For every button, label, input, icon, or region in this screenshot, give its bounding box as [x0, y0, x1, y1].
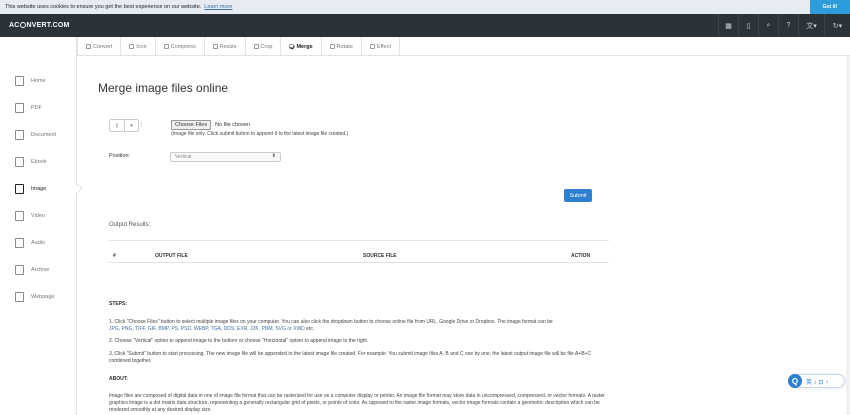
sidebar-item-label: Document — [31, 132, 57, 138]
about-heading: ABOUT: — [109, 376, 128, 382]
table-header-index: # — [113, 253, 116, 259]
checkbox-icon — [86, 44, 91, 49]
webpage-icon — [15, 292, 24, 302]
archive-icon — [15, 265, 24, 275]
about-text: Image files are composed of digital data… — [109, 393, 605, 413]
tab-label: Icon — [136, 43, 147, 50]
top-navbar: AC NVERT.COM ▦ ▯ ⌕? 文▾ ↻▾ — [0, 14, 850, 37]
sidebar-item-webpage[interactable]: Webpage — [0, 287, 77, 307]
sidebar-item-document[interactable]: Document — [0, 125, 77, 145]
checkbox-icon — [163, 44, 169, 49]
sidebar-item-label: Video — [31, 213, 45, 219]
table-divider — [109, 262, 609, 263]
position-label: Position: — [109, 153, 131, 159]
pdf-icon — [15, 103, 24, 113]
select-arrows-icon: ⬍ — [271, 153, 276, 159]
sidebar-item-label: Home — [31, 78, 46, 84]
language-icon[interactable]: 文▾ — [798, 14, 824, 37]
table-header-output-file: OUTPUT FILE — [155, 253, 188, 259]
tab-crop[interactable]: Crop — [246, 37, 282, 56]
sidebar-item-label: Archive — [31, 267, 50, 273]
audio-icon — [15, 238, 24, 248]
sidebar-item-home[interactable]: Home — [0, 71, 77, 91]
sidebar-item-label: Audio — [31, 240, 46, 246]
table-divider — [109, 240, 609, 241]
sidebar-item-pdf[interactable]: PDF — [0, 98, 77, 118]
checkbox-icon — [289, 44, 295, 49]
grid-icon[interactable]: ▦ — [718, 14, 738, 37]
divider: ⁞ — [139, 119, 144, 132]
help-icon[interactable]: ? — [778, 14, 798, 37]
cookie-text: This website uses cookies to ensure you … — [5, 4, 202, 10]
cookie-banner: This website uses cookies to ensure you … — [0, 0, 850, 14]
tab-rotate[interactable]: Rotate — [322, 37, 362, 56]
mobile-icon[interactable]: ▯ — [738, 14, 758, 37]
tab-label: Compress — [170, 43, 196, 50]
sidebar-item-label: Image — [31, 186, 47, 192]
document-icon — [15, 130, 24, 140]
tab-label: Resize — [219, 43, 237, 50]
image-icon — [15, 184, 24, 194]
sidebar: Home PDF Document Ebook Image Video Audio Archi… — [0, 37, 77, 415]
file-hint: (Image file only. Click submit button to… — [171, 131, 349, 137]
sidebar-item-label: Ebook — [31, 159, 47, 165]
video-icon — [15, 211, 24, 221]
file-status: No file chosen — [215, 122, 250, 128]
table-header-action: ACTION — [571, 253, 591, 259]
file-input[interactable]: Choose Files No file chosen — [171, 120, 250, 130]
floating-toolbar[interactable]: Q 英 ♪ ⊡ ♀ — [788, 374, 845, 388]
tab-label: Merge — [296, 43, 313, 50]
sidebar-item-archive[interactable]: Archive — [0, 260, 77, 280]
tab-label: Rotate — [336, 43, 353, 50]
learn-more-link[interactable]: Learn more — [204, 4, 232, 10]
assistant-icon[interactable]: Q — [788, 374, 802, 388]
sidebar-item-audio[interactable]: Audio — [0, 233, 77, 253]
chevron-down-icon[interactable]: ▾ — [125, 119, 139, 132]
refresh-icon[interactable]: ↻▾ — [824, 14, 850, 37]
step-3: 3. Click "Submit" button to start proces… — [109, 351, 592, 364]
step-2: 2. Choose "Vertical" option to append im… — [109, 338, 369, 344]
position-select[interactable]: Vertical ⬍ — [170, 152, 281, 162]
tab-compress[interactable]: Compress — [156, 37, 205, 56]
file-icon[interactable]: ▯ — [109, 119, 125, 132]
tab-effect[interactable]: Effect — [362, 37, 400, 56]
checkbox-icon — [212, 44, 218, 49]
tab-icon[interactable]: Icon — [121, 37, 156, 56]
sidebar-item-label: Webpage — [31, 294, 55, 300]
sidebar-item-video[interactable]: Video — [0, 206, 77, 226]
output-results-label: Output Results: — [109, 222, 151, 228]
home-icon — [15, 76, 24, 86]
scrollbar[interactable] — [846, 56, 850, 415]
submit-button[interactable]: Submit — [564, 189, 592, 202]
sidebar-item-image[interactable]: Image — [0, 179, 77, 199]
search-icon[interactable]: ⌕ — [758, 14, 778, 37]
formats-link[interactable]: JPG, PNG, TIFF, GIF, BMP, PS, PSD, WEBP,… — [109, 326, 305, 332]
steps-heading: STEPS: — [109, 301, 128, 307]
tab-convert[interactable]: Convert — [77, 37, 122, 56]
step-1: 1. Click "Choose Files" button to select… — [109, 319, 553, 332]
tab-resize[interactable]: Resize — [205, 37, 246, 56]
tool-tabs: Convert Icon Compress Resize Crop Merge Rotate… — [77, 37, 850, 56]
sidebar-item-label: PDF — [31, 105, 42, 111]
tab-merge[interactable]: Merge — [281, 37, 322, 56]
file-source-dropdown[interactable]: ▯ ▾ ⁞ — [109, 119, 144, 132]
checkbox-icon — [369, 44, 375, 49]
ebook-icon — [15, 157, 24, 167]
toolbar-icons[interactable]: 英 ♪ ⊡ ♀ — [806, 377, 830, 386]
got-it-button[interactable]: Got it! — [810, 0, 850, 14]
logo-o-icon — [20, 22, 27, 28]
nav-icons: ▦ ▯ ⌕? 文▾ ↻▾ — [718, 14, 850, 37]
tab-label: Convert — [93, 43, 113, 50]
checkbox-icon — [253, 44, 259, 49]
table-header-source-file: SOURCE FILE — [363, 253, 397, 259]
checkbox-icon — [129, 44, 135, 49]
choose-files-button[interactable]: Choose Files — [171, 120, 212, 130]
tab-label: Effect — [376, 43, 391, 50]
sidebar-item-ebook[interactable]: Ebook — [0, 152, 77, 172]
page-title: Merge image files online — [98, 81, 229, 95]
logo[interactable]: AC NVERT.COM — [9, 22, 70, 29]
checkbox-icon — [329, 44, 335, 49]
tab-label: Crop — [260, 43, 273, 50]
